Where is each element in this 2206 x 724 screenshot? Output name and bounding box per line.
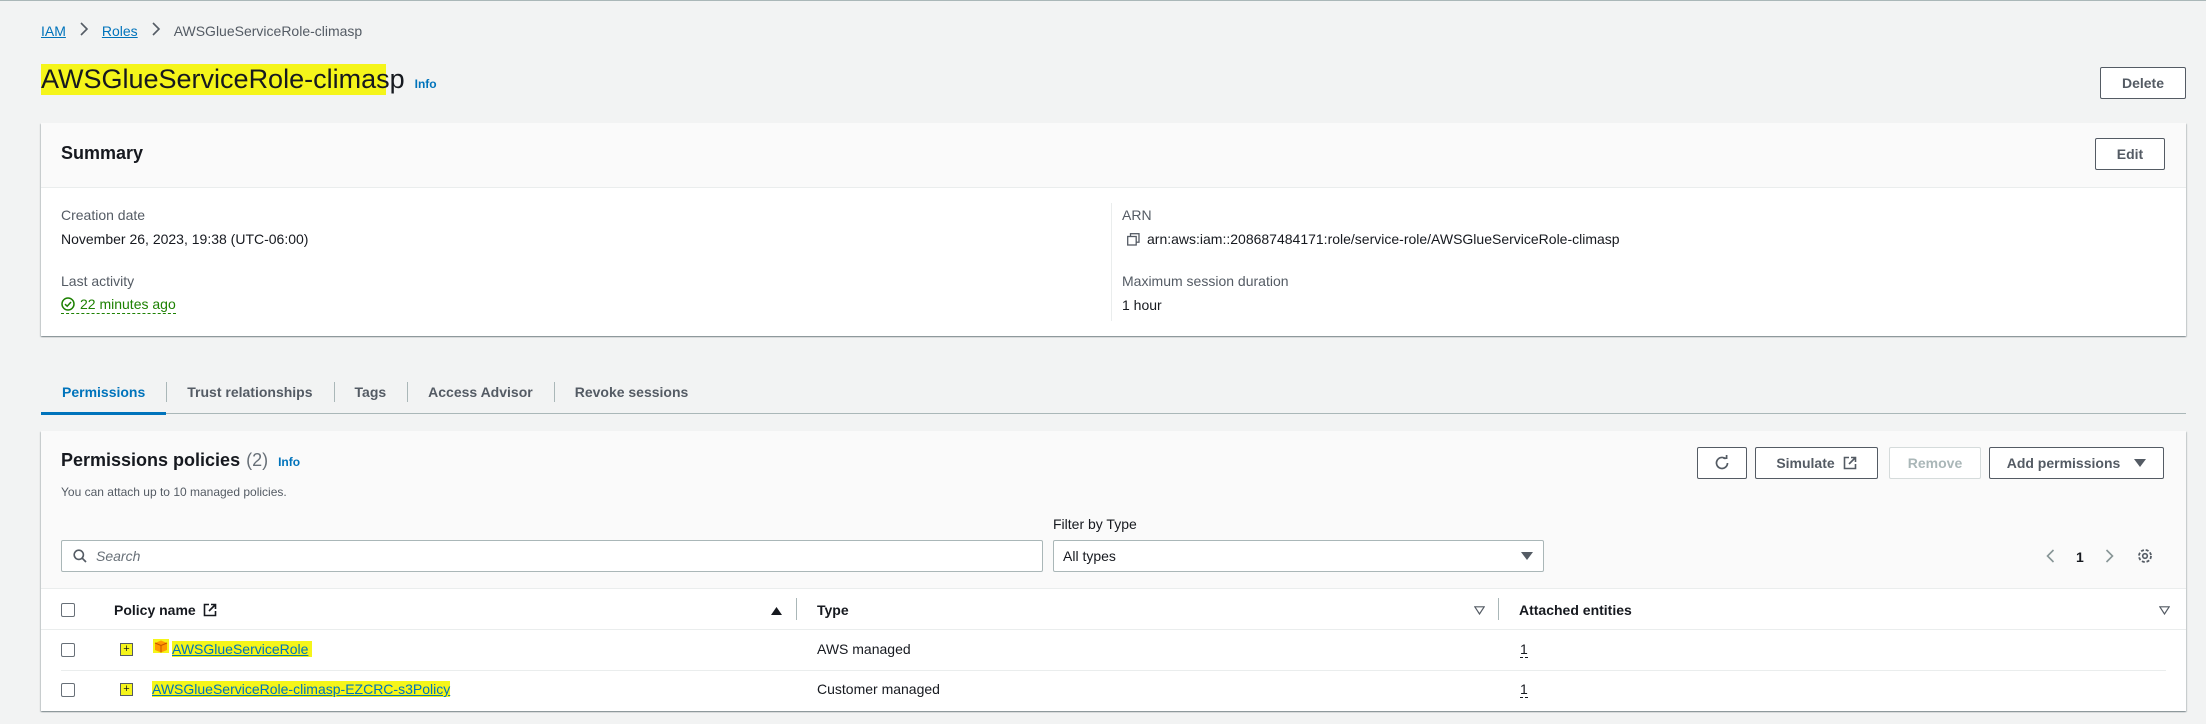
row-checkbox[interactable]	[61, 683, 75, 697]
tab-access-advisor[interactable]: Access Advisor	[407, 370, 554, 414]
summary-title: Summary	[61, 143, 144, 163]
refresh-icon	[1714, 455, 1730, 471]
simulate-button[interactable]: Simulate	[1755, 447, 1878, 479]
chevron-right-icon	[151, 22, 161, 40]
permissions-title: Permissions policies (2) Info	[61, 450, 300, 471]
pagination-page[interactable]: 1	[2076, 549, 2084, 565]
delete-button[interactable]: Delete	[2100, 67, 2186, 99]
arn-value: arn:aws:iam::208687484171:role/service-r…	[1147, 231, 1620, 247]
last-activity-value: 22 minutes ago	[80, 296, 176, 312]
permissions-info-link[interactable]: Info	[278, 455, 300, 469]
tab-trust-relationships[interactable]: Trust relationships	[166, 370, 333, 414]
breadcrumb: IAM Roles AWSGlueServiceRole-climasp	[41, 22, 362, 40]
policy-type: AWS managed	[817, 641, 911, 657]
permissions-title-text: Permissions policies	[61, 450, 241, 470]
table-header-top-line	[41, 588, 2186, 589]
summary-divider	[1111, 203, 1112, 321]
table-row: + AWSGlueServiceRole AWS managed 1	[41, 630, 2186, 670]
last-activity-label: Last activity	[61, 273, 135, 289]
remove-button[interactable]: Remove	[1889, 447, 1981, 479]
page-title: AWSGlueServiceRole-climasp Info	[41, 64, 437, 95]
table-row: + AWSGlueServiceRole-climasp-EZCRC-s3Pol…	[41, 671, 2186, 711]
creation-date-value: November 26, 2023, 19:38 (UTC-06:00)	[61, 231, 309, 247]
column-separator[interactable]	[796, 598, 797, 620]
column-separator[interactable]	[1498, 598, 1499, 620]
policy-name-link[interactable]: AWSGlueServiceRole	[172, 641, 313, 657]
sort-down-icon[interactable]	[1473, 603, 1485, 617]
breadcrumb-current: AWSGlueServiceRole-climasp	[173, 23, 363, 39]
policy-name-text: AWSGlueServiceRole	[172, 641, 313, 657]
permissions-card: Permissions policies (2) Info You can at…	[41, 431, 2186, 711]
policy-name-text: AWSGlueServiceRole-climasp-EZCRC-s3Polic…	[152, 681, 451, 697]
chevron-left-icon[interactable]	[2043, 548, 2057, 564]
tab-revoke-sessions[interactable]: Revoke sessions	[553, 370, 710, 414]
permissions-subtitle: You can attach up to 10 managed policies…	[61, 485, 287, 499]
title-info-link[interactable]: Info	[415, 77, 437, 91]
role-tabs: Permissions Trust relationships Tags Acc…	[41, 370, 2186, 415]
max-session-value: 1 hour	[1122, 297, 1162, 313]
chevron-right-icon[interactable]	[2102, 548, 2116, 564]
caret-down-icon	[2134, 458, 2147, 468]
search-icon	[73, 549, 87, 563]
breadcrumb-iam[interactable]: IAM	[41, 23, 66, 39]
column-header-attached-entities[interactable]: Attached entities	[1519, 602, 1632, 618]
max-session-label: Maximum session duration	[1122, 273, 1289, 289]
page-title-text: AWSGlueServiceRole-climasp	[41, 64, 405, 95]
creation-date-label: Creation date	[61, 207, 146, 223]
expand-icon[interactable]: +	[120, 643, 133, 656]
external-link-icon	[203, 603, 217, 617]
top-border	[0, 0, 2206, 1]
caret-down-icon	[1521, 551, 1533, 561]
row-checkbox[interactable]	[61, 643, 75, 657]
summary-header	[41, 123, 2186, 188]
tab-tags[interactable]: Tags	[333, 370, 408, 414]
sort-up-icon[interactable]	[770, 603, 782, 617]
sort-down-icon[interactable]	[2158, 603, 2170, 617]
copy-icon[interactable]	[1127, 232, 1140, 246]
external-link-icon	[1843, 456, 1857, 470]
last-activity-status[interactable]: 22 minutes ago	[61, 296, 176, 314]
attached-entities-count[interactable]: 1	[1520, 641, 1528, 658]
attached-entities-count[interactable]: 1	[1520, 681, 1528, 698]
refresh-button[interactable]	[1697, 447, 1747, 479]
column-header-policy-name[interactable]: Policy name	[114, 602, 217, 618]
policy-name-header-label: Policy name	[114, 602, 196, 618]
filter-type-select[interactable]: All types	[1053, 540, 1544, 572]
search-placeholder: Search	[96, 548, 141, 564]
arn-row: arn:aws:iam::208687484171:role/service-r…	[1127, 231, 1620, 247]
chevron-right-icon	[79, 22, 89, 40]
filter-label: Filter by Type	[1053, 516, 1137, 532]
policy-type: Customer managed	[817, 681, 940, 697]
select-all-checkbox[interactable]	[61, 603, 75, 617]
edit-button[interactable]: Edit	[2095, 138, 2165, 170]
gear-icon[interactable]	[2136, 547, 2154, 565]
expand-icon[interactable]: +	[120, 683, 133, 696]
add-permissions-button[interactable]: Add permissions	[1989, 447, 2164, 479]
check-circle-icon	[61, 297, 75, 311]
search-input[interactable]: Search	[61, 540, 1043, 572]
simulate-label: Simulate	[1776, 455, 1835, 471]
arn-label: ARN	[1122, 207, 1152, 223]
filter-type-value: All types	[1063, 548, 1116, 564]
column-header-type[interactable]: Type	[817, 602, 849, 618]
aws-managed-icon	[153, 639, 169, 653]
breadcrumb-roles[interactable]: Roles	[102, 23, 138, 39]
policy-name-link[interactable]: AWSGlueServiceRole-climasp-EZCRC-s3Polic…	[152, 681, 451, 697]
permissions-count: (2)	[246, 450, 269, 470]
summary-card: Summary Edit Creation date November 26, …	[41, 123, 2186, 336]
add-permissions-label: Add permissions	[2006, 455, 2121, 471]
tab-permissions[interactable]: Permissions	[41, 370, 167, 415]
